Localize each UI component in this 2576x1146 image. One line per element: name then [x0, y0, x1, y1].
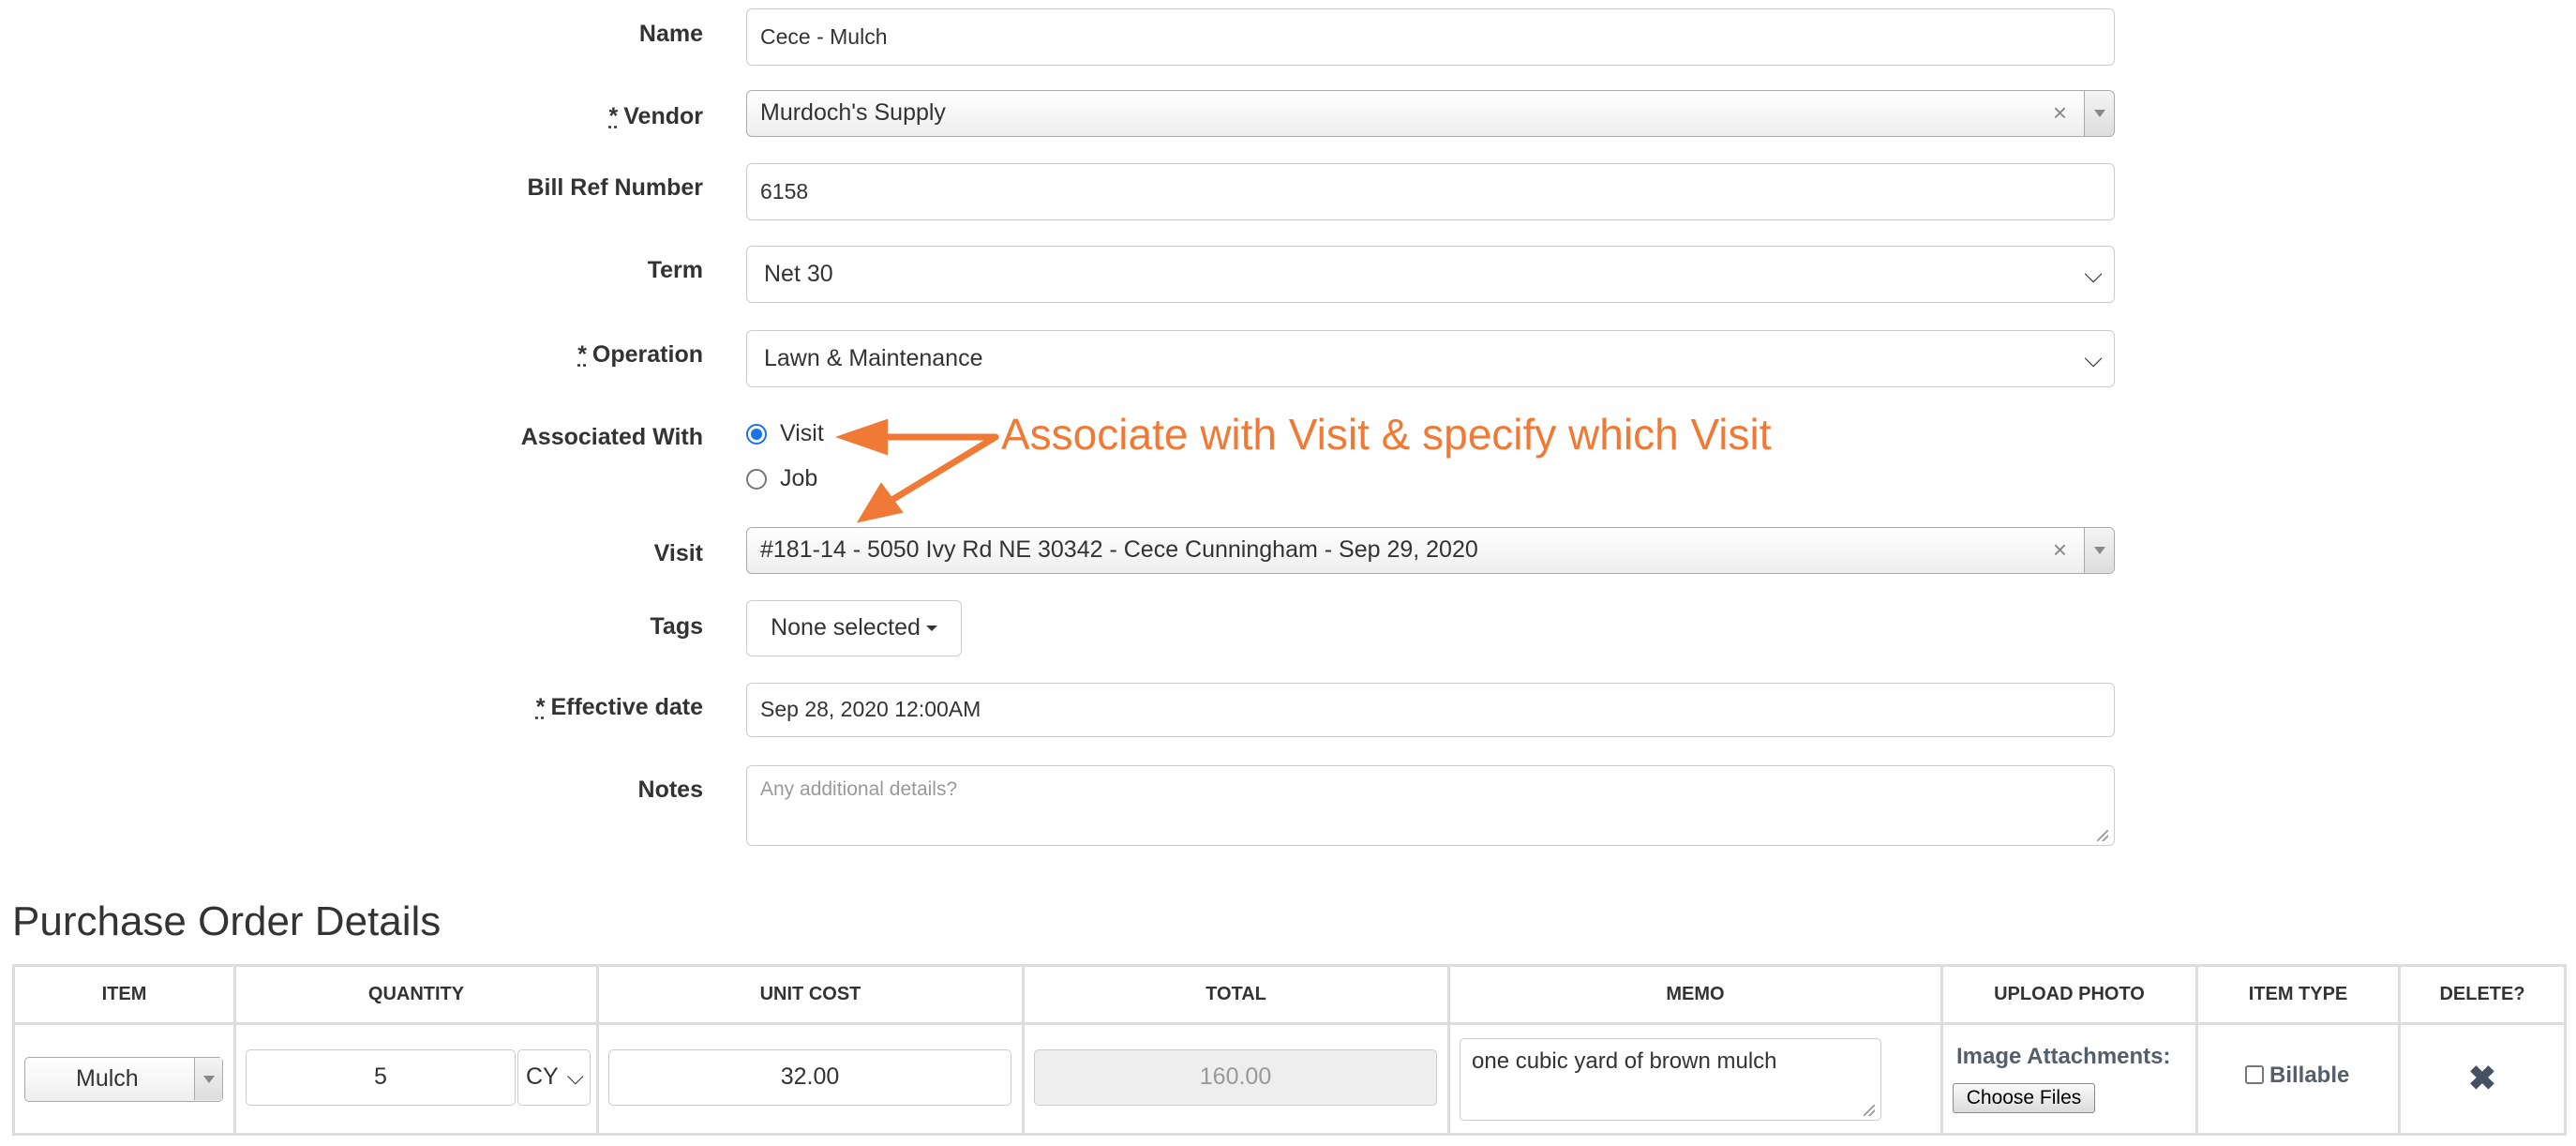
effective-date-input[interactable]: Sep 28, 2020 12:00AM: [746, 683, 2115, 737]
quantity-input[interactable]: 5: [246, 1049, 516, 1106]
billable-label: Billable: [2269, 1063, 2350, 1088]
memo-cell: one cubic yard of brown mulch: [1447, 1022, 1943, 1136]
billable-checkbox[interactable]: Billable: [2245, 1063, 2349, 1089]
tags-value: None selected: [771, 614, 921, 641]
delete-cell: ✖: [2398, 1022, 2567, 1136]
memo-textarea[interactable]: one cubic yard of brown mulch: [1460, 1038, 1881, 1121]
visit-select[interactable]: #181-14 - 5050 Ivy Rd NE 30342 - Cece Cu…: [746, 527, 2115, 574]
resize-grip-icon[interactable]: [1864, 1105, 1875, 1116]
unit-value: CY: [526, 1063, 559, 1090]
memo-value: one cubic yard of brown mulch: [1472, 1048, 1777, 1074]
notes-textarea[interactable]: Any additional details?: [746, 765, 2115, 846]
table-header-row: ITEM QUANTITY UNIT COST TOTAL MEMO UPLOA…: [12, 964, 2567, 1025]
column-header-memo: MEMO: [1447, 964, 1943, 1025]
annotation-text: Associate with Visit & specify which Vis…: [1001, 410, 1772, 459]
visit-row: Visit #181-14 - 5050 Ivy Rd NE 30342 - C…: [0, 527, 2576, 583]
image-attachments-label: Image Attachments:: [1956, 1044, 2171, 1069]
annotation-arrowhead: [856, 482, 904, 523]
table-row: Mulch 5 CY ⌵ 32.00 160.00 one cubic yard…: [12, 1022, 2567, 1136]
unit-select[interactable]: CY ⌵: [517, 1049, 591, 1106]
notes-label: Notes: [637, 777, 703, 803]
item-value: Mulch: [76, 1065, 139, 1092]
column-header-unit-cost: UNIT COST: [596, 964, 1025, 1025]
column-header-item: ITEM: [12, 964, 236, 1025]
annotation-arrow-to-visit-select: [887, 433, 999, 505]
column-header-item-type: ITEM TYPE: [2195, 964, 2401, 1025]
upload-photo-cell: Image Attachments: Choose Files: [1940, 1022, 2198, 1136]
chevron-down-icon: ⌵: [566, 1064, 584, 1090]
tags-dropdown-button[interactable]: None selected: [746, 600, 962, 656]
checkbox-icon[interactable]: [2245, 1065, 2264, 1084]
item-select[interactable]: Mulch: [24, 1057, 223, 1102]
annotation-arrowhead: [834, 418, 888, 456]
tags-label: Tags: [650, 613, 704, 640]
notes-row: Notes Any additional details?: [0, 765, 2576, 850]
column-header-quantity: QUANTITY: [233, 964, 599, 1025]
caret-down-icon: [925, 626, 937, 632]
item-type-cell: Billable: [2195, 1022, 2401, 1136]
notes-placeholder: Any additional details?: [760, 778, 958, 800]
quantity-cell: 5 CY ⌵: [233, 1022, 599, 1136]
effective-date-row: * Effective date Sep 28, 2020 12:00AM: [0, 683, 2576, 739]
tags-row: Tags None selected: [0, 600, 2576, 656]
unit-cost-input[interactable]: 32.00: [608, 1049, 1011, 1106]
resize-grip-icon[interactable]: [2097, 830, 2108, 841]
column-header-upload-photo: UPLOAD PHOTO: [1940, 964, 2198, 1025]
choose-files-button[interactable]: Choose Files: [1953, 1083, 2095, 1113]
unit-cost-cell: 32.00: [596, 1022, 1025, 1136]
total-input: 160.00: [1034, 1049, 1437, 1106]
required-marker: *: [535, 694, 546, 720]
visit-value: #181-14 - 5050 Ivy Rd NE 30342 - Cece Cu…: [760, 536, 1478, 563]
section-title: Purchase Order Details: [12, 898, 442, 944]
item-cell: Mulch: [12, 1022, 236, 1136]
column-header-delete: DELETE?: [2398, 964, 2567, 1025]
clear-x-icon[interactable]: ×: [2053, 528, 2067, 571]
chevron-down-icon[interactable]: [2084, 528, 2114, 573]
visit-label: Visit: [653, 540, 703, 566]
purchase-order-table: ITEM QUANTITY UNIT COST TOTAL MEMO UPLOA…: [12, 964, 2567, 1136]
chevron-down-icon[interactable]: [194, 1058, 222, 1100]
column-header-total: TOTAL: [1022, 964, 1450, 1025]
close-x-icon[interactable]: ✖: [2401, 1059, 2564, 1098]
effective-date-label: * Effective date: [535, 694, 703, 720]
total-cell: 160.00: [1022, 1022, 1450, 1136]
